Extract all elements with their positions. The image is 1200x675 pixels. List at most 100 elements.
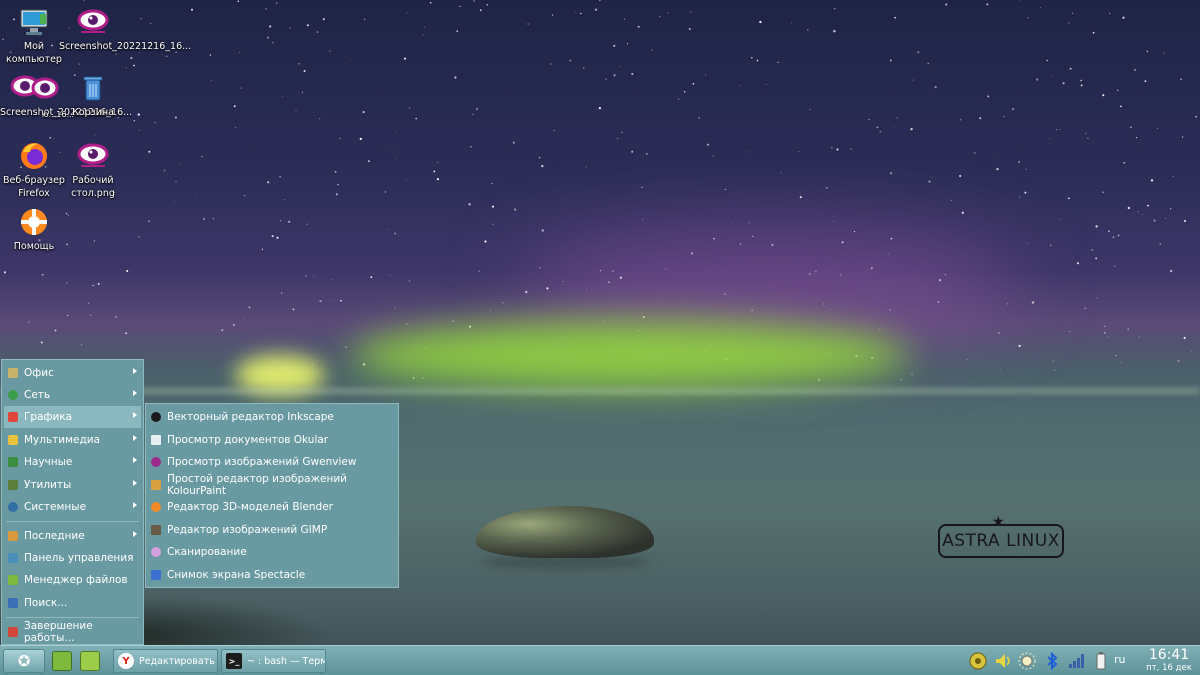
submenu-item-label: Просмотр документов Okular <box>167 434 329 446</box>
star <box>1018 344 1021 348</box>
desktop-icon-screenshot-1[interactable]: Screenshot_20221216_16... <box>59 6 191 53</box>
star <box>833 221 835 223</box>
menu-item-control-panel[interactable]: Панель управления <box>4 547 141 569</box>
star <box>125 332 128 335</box>
star <box>66 314 69 317</box>
star <box>1132 185 1134 187</box>
star <box>1147 204 1149 207</box>
star <box>1120 361 1122 363</box>
star <box>406 12 408 14</box>
submenu-item-gimp[interactable]: Редактор изображений GIMP <box>148 519 396 541</box>
star <box>917 51 920 54</box>
submenu-item-inkscape[interactable]: Векторный редактор Inkscape <box>148 406 396 428</box>
star <box>879 130 882 133</box>
star <box>1062 82 1065 85</box>
volume-icon[interactable] <box>994 652 1012 670</box>
network-manager-icon[interactable] <box>969 652 987 670</box>
menu-item-science[interactable]: Научные <box>4 451 141 473</box>
star <box>305 275 307 277</box>
menu-item-graphics[interactable]: Графика <box>4 406 141 428</box>
star <box>777 61 779 63</box>
star <box>1156 127 1158 129</box>
gwenview-eye-icon <box>77 140 109 172</box>
star <box>133 120 135 122</box>
star <box>1177 359 1180 362</box>
task-yandex-browser[interactable]: Y Редактировать ... <box>113 649 218 673</box>
star <box>395 158 397 159</box>
menu-item-utilities[interactable]: Утилиты <box>4 474 141 496</box>
file-manager-launcher-icon[interactable] <box>80 651 100 671</box>
star <box>94 134 96 136</box>
star <box>1153 219 1156 222</box>
menu-item-shutdown[interactable]: Завершение работы... <box>4 620 141 644</box>
star <box>748 222 750 224</box>
submenu-item-scanning[interactable]: Сканирование <box>148 541 396 563</box>
star <box>437 161 439 164</box>
star <box>407 23 409 25</box>
menu-item-label: Завершение работы... <box>24 620 93 644</box>
star <box>190 8 194 11</box>
star <box>196 195 197 197</box>
star <box>981 102 983 104</box>
desktop-icon-desktop-png[interactable]: Рабочий стол.png <box>59 140 127 200</box>
star <box>999 369 1001 371</box>
menu-item-file-manager[interactable]: Менеджер файлов <box>4 569 141 591</box>
star <box>767 24 769 25</box>
star <box>68 214 69 216</box>
star <box>621 131 623 134</box>
brightness-icon[interactable] <box>1018 652 1036 670</box>
menu-item-system[interactable]: Системные <box>4 496 141 518</box>
keyboard-layout-indicator[interactable]: ru <box>1114 653 1126 666</box>
desktop-icon-firefox[interactable]: Веб-браузер Firefox <box>0 140 68 200</box>
menu-item-label: Научные <box>24 456 73 468</box>
clock[interactable]: 16:41 пт, 16 дек <box>1140 647 1198 674</box>
star <box>798 151 800 153</box>
signal-strength-icon[interactable] <box>1067 652 1085 670</box>
star <box>491 183 493 185</box>
star <box>553 130 555 132</box>
desktop-icon-label: Мой компьютер <box>6 41 62 65</box>
battery-icon[interactable] <box>1092 652 1110 670</box>
star <box>651 49 653 51</box>
submenu-item-gwenview[interactable]: Просмотр изображений Gwenview <box>148 451 396 473</box>
desktop-icon-my-computer[interactable]: Мой компьютер <box>0 6 68 66</box>
star <box>313 276 315 277</box>
star <box>712 155 714 157</box>
task-terminal[interactable]: >_ ~ : bash — Терм... <box>221 649 326 673</box>
star <box>390 275 391 276</box>
network-icon <box>8 390 18 400</box>
menu-item-search[interactable]: Поиск... <box>4 592 141 614</box>
clock-time: 16:41 <box>1148 647 1190 663</box>
show-desktop-icon[interactable] <box>52 651 72 671</box>
desktop-icon-help[interactable]: Помощь <box>0 206 68 253</box>
gwenview-icon <box>151 457 161 467</box>
menu-item-recent[interactable]: Последние <box>4 525 141 547</box>
menu-item-multimedia[interactable]: Мультимедиа <box>4 429 141 451</box>
submenu-item-okular[interactable]: Просмотр документов Okular <box>148 429 396 451</box>
star <box>1076 262 1080 265</box>
menu-item-office[interactable]: Офис <box>4 362 141 384</box>
star <box>210 80 212 82</box>
submenu-item-kolourpaint[interactable]: Простой редактор изображений KolourPaint <box>148 473 396 497</box>
star <box>806 28 809 31</box>
star <box>1117 89 1119 91</box>
star <box>148 220 150 222</box>
star <box>1087 137 1089 140</box>
submenu-item-blender[interactable]: Редактор 3D-моделей Blender <box>148 496 396 518</box>
bluetooth-icon[interactable] <box>1043 652 1061 670</box>
star <box>1059 129 1061 131</box>
star <box>705 74 707 76</box>
star <box>271 235 274 238</box>
start-button[interactable]: ✪ <box>3 649 45 673</box>
aurora-green-band <box>350 320 910 390</box>
star <box>133 64 135 67</box>
star <box>429 1 432 4</box>
submenu-item-spectacle[interactable]: Снимок экрана Spectacle <box>148 564 396 586</box>
menu-item-label: Офис <box>24 367 54 379</box>
menu-item-network[interactable]: Сеть <box>4 384 141 406</box>
star <box>850 148 853 150</box>
star <box>911 373 913 375</box>
star <box>563 223 565 224</box>
star <box>515 209 516 211</box>
star <box>394 307 396 309</box>
